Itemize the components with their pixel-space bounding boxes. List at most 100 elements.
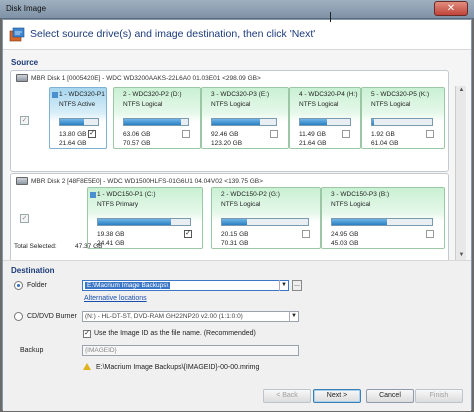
hard-disk-icon [16, 74, 28, 82]
partition-type: NTFS Logical [221, 201, 261, 208]
folder-path-value: E:\Macrium Image Backups\ [85, 282, 171, 289]
source-scrollbar[interactable]: ▲ ▼ [455, 86, 466, 262]
back-button[interactable]: < Back [263, 389, 311, 403]
partition-checkbox[interactable]: ✓ [88, 130, 96, 138]
text-cursor-icon [330, 12, 334, 22]
used-size: 19.38 GB [97, 231, 125, 238]
cancel-button[interactable]: Cancel [366, 389, 414, 403]
cd-dvd-radio[interactable] [14, 312, 23, 321]
alternative-locations-link[interactable]: Alternative locations [84, 295, 147, 302]
total-size: 70.31 GB [221, 240, 249, 247]
scroll-up-icon[interactable]: ▲ [457, 87, 466, 96]
usage-bar [97, 218, 191, 226]
path-preview: E:\Macrium Image Backups\{IMAGEID}-00-00… [96, 364, 260, 371]
chevron-down-icon[interactable]: ▼ [279, 280, 288, 291]
partition-card[interactable]: 1 - WDC150-P1 (C:) NTFS Primary 19.38 GB… [87, 187, 203, 249]
close-button[interactable]: ✕ [434, 1, 468, 16]
used-size: 24.95 GB [331, 231, 359, 238]
total-selected-value: 47.37 GB [75, 243, 103, 250]
usage-bar [371, 118, 433, 126]
backup-label: Backup [20, 347, 44, 354]
partition-checkbox[interactable]: ✓ [184, 230, 192, 238]
page-heading: Select source drive(s) and image destina… [30, 28, 316, 40]
partition-checkbox[interactable] [342, 130, 350, 138]
use-image-id-label: Use the Image ID as the file name. (Reco… [94, 330, 256, 337]
wizard-header: Select source drive(s) and image destina… [3, 20, 471, 50]
used-size: 11.49 GB [299, 131, 326, 138]
partition-card[interactable]: 3 - WDC150-P3 (B:) NTFS Logical 24.95 GB… [321, 187, 445, 249]
title-bar: Disk Image ✕ [0, 0, 474, 19]
partition-type: NTFS Logical [371, 101, 411, 108]
warning-icon [83, 363, 91, 370]
partition-checkbox[interactable] [426, 230, 434, 238]
disk-header: MBR Disk 2 [48F8E5E0] - WDC WD1500HLFS-0… [31, 178, 263, 185]
partition-type: NTFS Logical [211, 101, 251, 108]
partition-card[interactable]: 5 - WDC320-P5 (K:) NTFS Logical 1.92 GB … [361, 87, 445, 149]
browse-button[interactable]: ... [292, 280, 302, 291]
partition-name: 2 - WDC150-P2 (G:) [221, 191, 280, 198]
total-size: 61.04 GB [371, 140, 399, 147]
partition-type: NTFS Active [59, 101, 96, 108]
disk-1-checkbox[interactable]: ✓ [20, 116, 29, 125]
usage-bar [123, 118, 189, 126]
used-size: 20.15 GB [221, 231, 249, 238]
partition-name: 3 - WDC150-P3 (B:) [331, 191, 390, 198]
partition-checkbox[interactable] [302, 230, 310, 238]
partition-checkbox[interactable] [426, 130, 434, 138]
total-size: 21.64 GB [59, 140, 87, 147]
folder-label: Folder [27, 282, 47, 289]
folder-path-field[interactable]: E:\Macrium Image Backups\ [82, 280, 289, 291]
disk-panel-1: MBR Disk 1 [0005420E] - WDC WD3200AAKS-2… [10, 70, 449, 172]
partition-name: 2 - WDC320-P2 (D:) [123, 91, 182, 98]
windows-icon [52, 92, 58, 98]
hard-disk-icon [16, 177, 28, 185]
partition-type: NTFS Logical [331, 201, 371, 208]
partition-card[interactable]: 4 - WDC320-P4 (H:) NTFS Logical 11.49 GB… [289, 87, 361, 149]
total-size: 123.20 GB [211, 140, 243, 147]
total-size: 45.03 GB [331, 240, 359, 247]
usage-bar [211, 118, 277, 126]
partition-card[interactable]: 1 - WDC320-P1 (O: NTFS Active 13.80 GB 2… [49, 87, 107, 149]
windows-icon [90, 192, 96, 198]
disk-header: MBR Disk 1 [0005420E] - WDC WD3200AAKS-2… [31, 75, 261, 82]
source-section-label: Source [11, 58, 39, 67]
disk-panel-2: MBR Disk 2 [48F8E5E0] - WDC WD1500HLFS-0… [10, 173, 449, 268]
total-size: 70.57 GB [123, 140, 151, 147]
backup-name-value: {IMAGEID} [85, 347, 117, 354]
used-size: 63.06 GB [123, 131, 151, 138]
total-size: 21.64 GB [299, 140, 327, 147]
partition-name: 4 - WDC320-P4 (H:) [299, 91, 358, 98]
folder-radio[interactable] [14, 281, 23, 290]
usage-bar [299, 118, 351, 126]
partition-card[interactable]: 3 - WDC320-P3 (E:) NTFS Logical 92.46 GB… [201, 87, 289, 149]
usage-bar [221, 218, 309, 226]
destination-section-label: Destination [11, 266, 55, 275]
window-title: Disk Image [6, 4, 47, 13]
backup-name-field[interactable]: {IMAGEID} [82, 345, 299, 356]
use-image-id-checkbox[interactable]: ✓ [83, 330, 91, 338]
cd-dvd-value: (N:) - HL-DT-ST, DVD-RAM GH22NP20 v2.00 … [85, 313, 243, 320]
dialog-body: Select source drive(s) and image destina… [2, 19, 472, 411]
partition-name: 1 - WDC150-P1 (C:) [97, 191, 156, 198]
partition-checkbox[interactable] [182, 130, 190, 138]
partition-name: 3 - WDC320-P3 (E:) [211, 91, 270, 98]
next-button[interactable]: Next > [313, 389, 361, 403]
total-selected-label: Total Selected: [14, 243, 57, 250]
disk-2-checkbox[interactable]: ✓ [20, 214, 29, 223]
partition-name: 1 - WDC320-P1 (O: [59, 91, 106, 98]
used-size: 92.46 GB [211, 131, 239, 138]
partition-name: 5 - WDC320-P5 (K:) [371, 91, 430, 98]
cd-dvd-label: CD/DVD Burner [27, 313, 77, 320]
destination-area: Destination Folder E:\Macrium Image Back… [3, 260, 471, 384]
partition-type: NTFS Logical [123, 101, 163, 108]
finish-button[interactable]: Finish [415, 389, 463, 403]
wizard-icon [9, 27, 25, 42]
partition-card[interactable]: 2 - WDC150-P2 (G:) NTFS Logical 20.15 GB… [211, 187, 321, 249]
used-size: 1.92 GB [371, 131, 395, 138]
usage-bar [59, 118, 99, 126]
partition-checkbox[interactable] [270, 130, 278, 138]
partition-card[interactable]: 2 - WDC320-P2 (D:) NTFS Logical 63.06 GB… [113, 87, 201, 149]
used-size: 13.80 GB [59, 131, 87, 138]
cd-dvd-select[interactable]: (N:) - HL-DT-ST, DVD-RAM GH22NP20 v2.00 … [82, 311, 299, 322]
chevron-down-icon[interactable]: ▼ [289, 311, 298, 322]
